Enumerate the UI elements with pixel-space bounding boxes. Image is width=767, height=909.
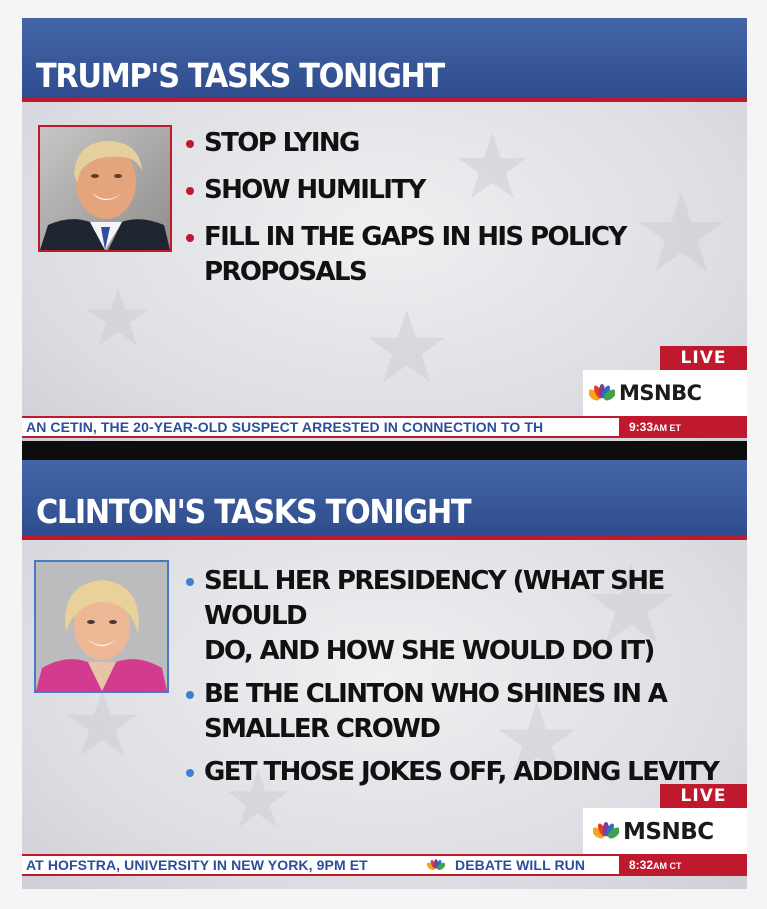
bullet-dot-icon: [186, 140, 194, 148]
live-badge: LIVE: [660, 346, 747, 370]
clock: 9:33AM ET: [619, 418, 747, 436]
task-item: SHOW HUMILITY: [186, 173, 626, 208]
ticker-text: AT HOFSTRA, UNIVERSITY IN NEW YORK, 9PM …: [26, 857, 368, 873]
news-ticker: AT HOFSTRA, UNIVERSITY IN NEW YORK, 9PM …: [22, 854, 747, 876]
task-item: SELL HER PRESIDENCY (WHAT SHE WOULD: [186, 564, 747, 634]
title-bar: CLINTON'S TASKS TONIGHT: [22, 460, 747, 540]
live-badge: LIVE: [660, 784, 747, 808]
ticker-text: DEBATE WILL RUN: [455, 857, 586, 873]
page-title: CLINTON'S TASKS TONIGHT: [36, 492, 472, 531]
nbc-peacock-icon: [593, 822, 619, 839]
task-item-continuation: PROPOSALS: [204, 257, 368, 287]
bullet-dot-icon: [186, 578, 194, 586]
network-logo: MSNBC: [583, 808, 747, 854]
clinton-task-list: SELL HER PRESIDENCY (WHAT SHE WOULD DO, …: [186, 564, 747, 790]
clock: 8:32AM CT: [619, 856, 747, 874]
trump-portrait: [38, 125, 172, 252]
nbc-peacock-icon: [589, 384, 615, 401]
task-item-continuation: DO, AND HOW SHE WOULD DO IT): [204, 636, 655, 666]
bullet-dot-icon: [186, 691, 194, 699]
trump-task-list: STOP LYING SHOW HUMILITY FILL IN THE GAP…: [186, 126, 627, 290]
bullet-dot-icon: [186, 187, 194, 195]
task-item-continuation: SMALLER CROWD: [204, 714, 441, 744]
clinton-panel: ★ ★ ★ ★ CLINTON'S TASKS TONIGHT SELL HER…: [22, 460, 747, 889]
clinton-portrait: [34, 560, 169, 693]
network-logo: MSNBC: [583, 370, 747, 416]
nbc-peacock-icon: [427, 859, 445, 870]
trump-panel: ★ ★ ★ ★ TRUMP'S TASKS TONIGHT STOP LYING…: [22, 18, 747, 441]
background-star-icon: ★: [62, 672, 143, 777]
bullet-dot-icon: [186, 769, 194, 777]
task-item: FILL IN THE GAPS IN HIS POLICY: [186, 220, 627, 255]
title-bar: TRUMP'S TASKS TONIGHT: [22, 18, 747, 102]
bullet-dot-icon: [186, 234, 194, 242]
background-star-icon: ★: [362, 289, 452, 406]
task-item: STOP LYING: [186, 126, 626, 161]
ticker-text: AN CETIN, THE 20-YEAR-OLD SUSPECT ARREST…: [26, 419, 544, 435]
panel-divider: [22, 441, 747, 460]
news-ticker: AN CETIN, THE 20-YEAR-OLD SUSPECT ARREST…: [22, 416, 747, 438]
task-item: BE THE CLINTON WHO SHINES IN A: [186, 677, 747, 712]
msnbc-wordmark: MSNBC: [619, 381, 702, 405]
page-title: TRUMP'S TASKS TONIGHT: [36, 56, 445, 95]
background-star-icon: ★: [632, 169, 731, 297]
background-star-icon: ★: [82, 271, 154, 364]
msnbc-wordmark: MSNBC: [623, 819, 714, 845]
